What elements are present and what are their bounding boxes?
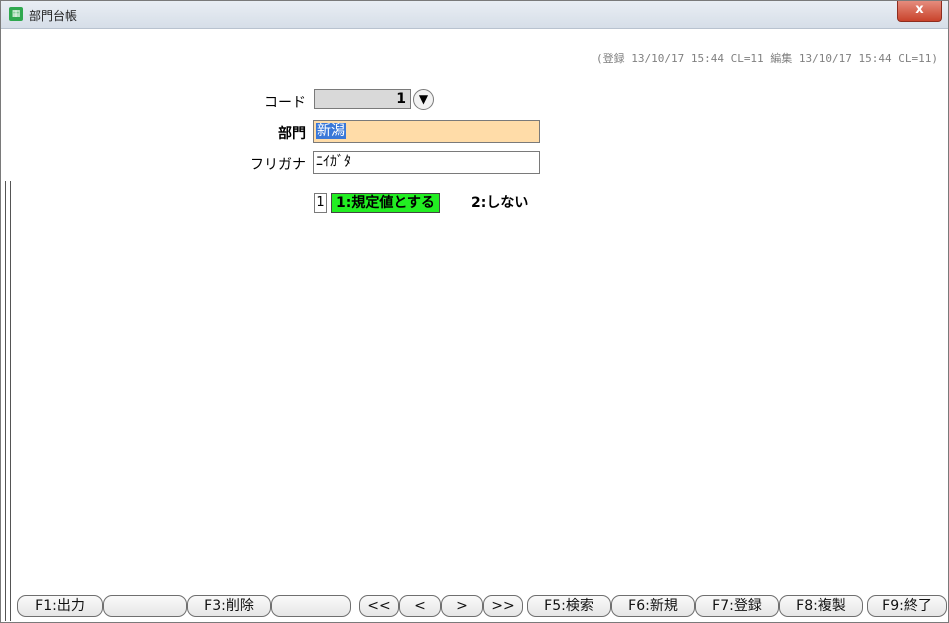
f3-delete-button[interactable]: F3:削除 xyxy=(187,595,271,617)
code-label: コード xyxy=(264,95,306,111)
dept-name-value: 新潟 xyxy=(316,123,346,139)
f9-exit-button[interactable]: F9:終了 xyxy=(867,595,947,617)
prev-record-button[interactable]: < xyxy=(399,595,441,617)
kana-label: フリガナ xyxy=(250,157,306,173)
f2-button[interactable] xyxy=(103,595,187,617)
f4-button[interactable] xyxy=(271,595,351,617)
title-bar: ▦ 部門台帳 x xyxy=(1,1,948,29)
close-button[interactable]: x xyxy=(897,1,942,22)
f1-output-button[interactable]: F1:出力 xyxy=(17,595,103,617)
code-dropdown-button[interactable]: ▼ xyxy=(413,89,434,110)
first-record-button[interactable]: << xyxy=(359,595,399,617)
dept-label: 部門 xyxy=(278,126,306,142)
option-default[interactable]: 1:規定値とする xyxy=(331,193,440,213)
f6-new-button[interactable]: F6:新規 xyxy=(611,595,695,617)
default-option-input[interactable]: 1 xyxy=(314,193,327,213)
department-ledger-window: ▦ 部門台帳 x (登録 13/10/17 15:44 CL=11 編集 13/… xyxy=(0,0,949,623)
f7-register-button[interactable]: F7:登録 xyxy=(695,595,779,617)
chevron-down-icon: ▼ xyxy=(418,92,429,106)
kana-field[interactable]: ﾆｲｶﾞﾀ xyxy=(313,151,540,174)
window-title: 部門台帳 xyxy=(29,9,78,23)
f8-duplicate-button[interactable]: F8:複製 xyxy=(779,595,863,617)
code-field[interactable]: 1 xyxy=(314,89,411,109)
resize-edge[interactable] xyxy=(5,181,11,621)
next-record-button[interactable]: > xyxy=(441,595,483,617)
audit-info: (登録 13/10/17 15:44 CL=11 編集 13/10/17 15:… xyxy=(595,52,938,65)
dept-name-field[interactable]: 新潟 xyxy=(313,120,540,143)
ledger-icon: ▦ xyxy=(9,7,23,21)
option-not-default[interactable]: 2:しない xyxy=(471,193,528,213)
f5-search-button[interactable]: F5:検索 xyxy=(527,595,611,617)
last-record-button[interactable]: >> xyxy=(483,595,523,617)
function-key-bar: F1:出力 F3:削除 << < > >> F5:検索 F6:新規 F7:登録 … xyxy=(17,595,949,617)
